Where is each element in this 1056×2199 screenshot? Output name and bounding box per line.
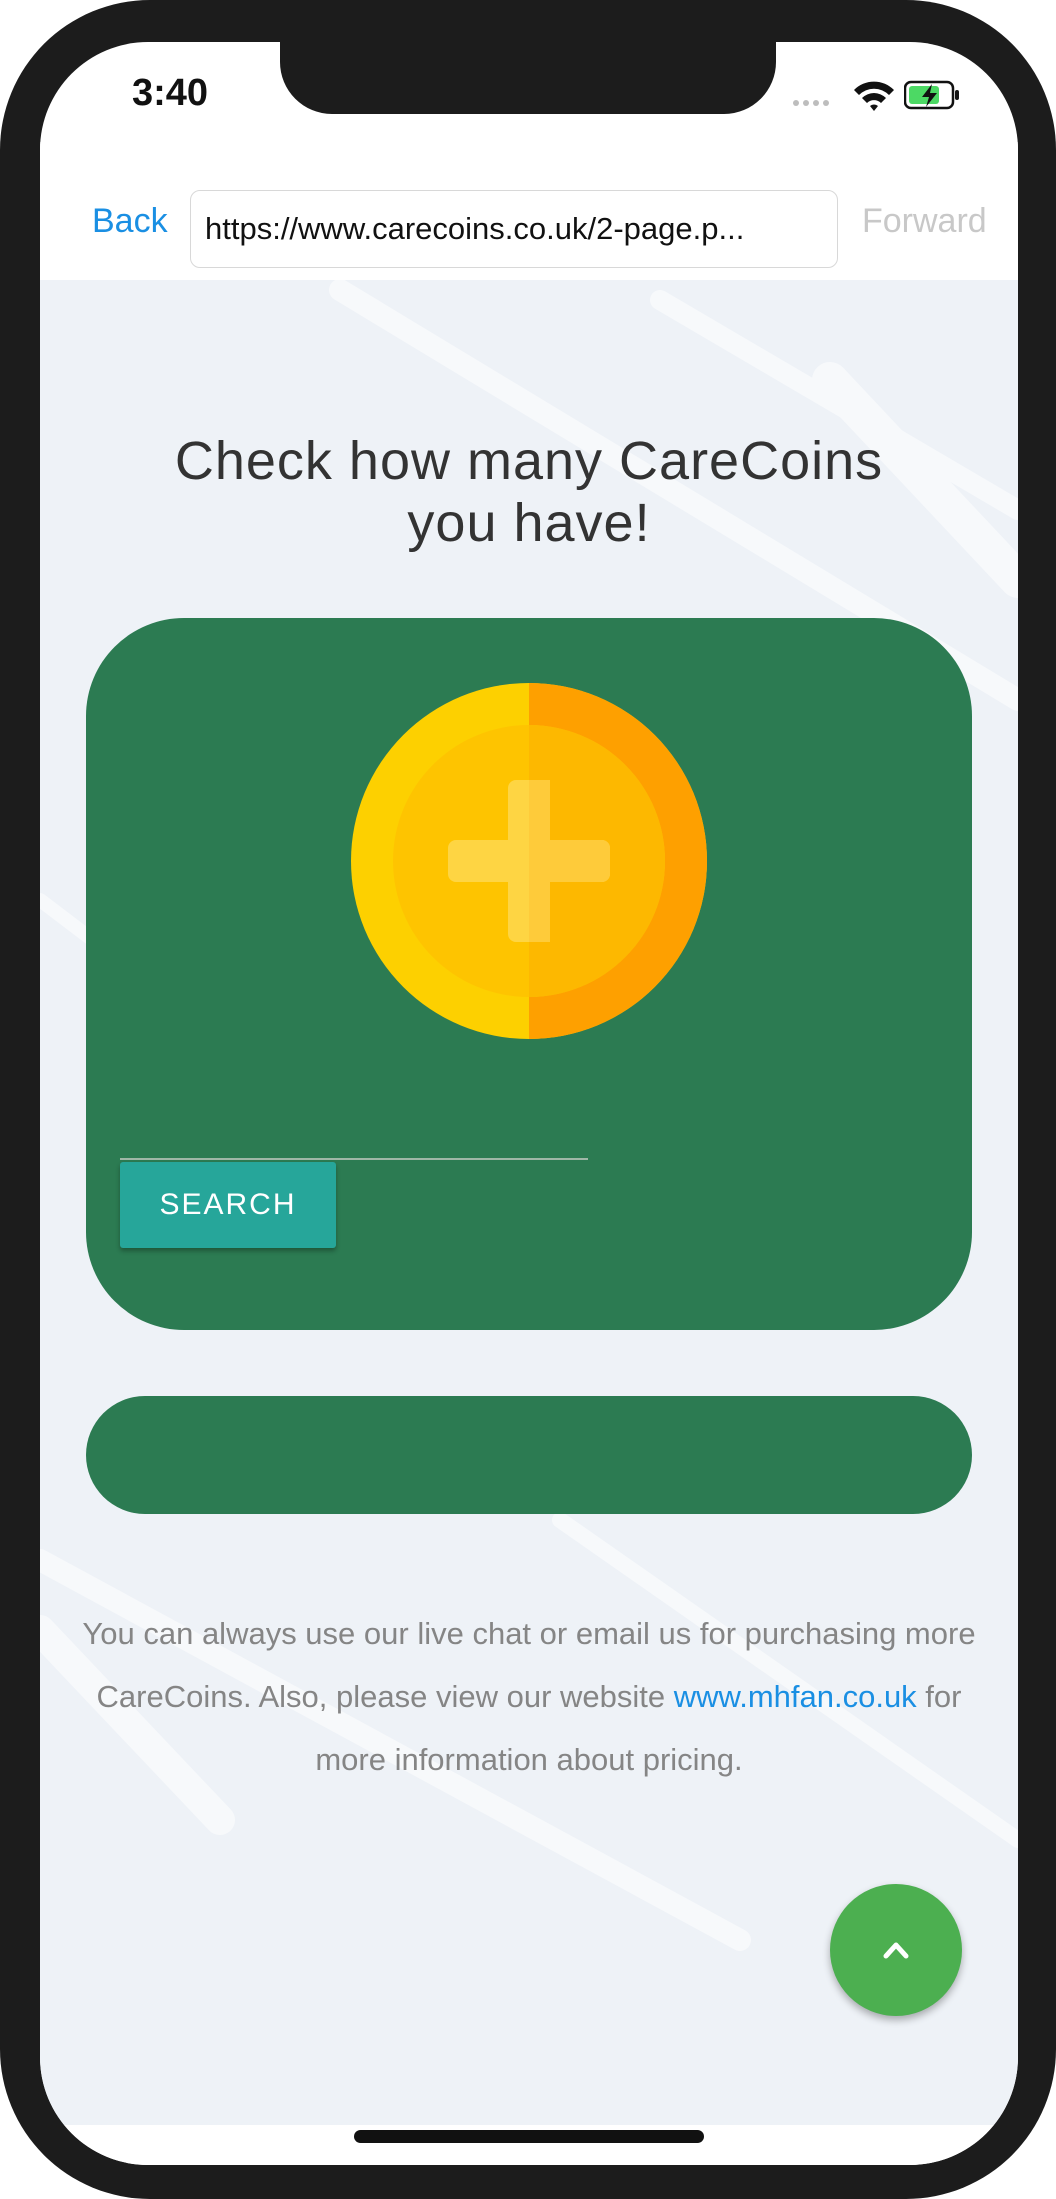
carecoins-search-card: SEARCH [86, 618, 972, 1330]
wifi-icon [854, 81, 894, 111]
browser-toolbar: Back Forward [40, 142, 1018, 280]
home-indicator[interactable] [354, 2130, 704, 2143]
coin-plus-icon [351, 683, 707, 1039]
signal-icon [793, 100, 829, 106]
url-field[interactable] [190, 190, 838, 268]
screen: 3:40 Back Forward Check how [40, 42, 1018, 2165]
battery-charging-icon [904, 80, 959, 110]
search-input[interactable] [120, 1096, 588, 1160]
chevron-up-icon [883, 1942, 909, 1959]
status-time: 3:40 [132, 72, 209, 114]
page-title-line2: you have! [407, 493, 651, 553]
web-page[interactable]: Check how many CareCoins you have! SEARC… [40, 280, 1018, 2125]
scroll-to-top-button[interactable] [830, 1884, 962, 2016]
notch [280, 42, 776, 114]
search-button[interactable]: SEARCH [120, 1162, 336, 1248]
website-link[interactable]: www.mhfan.co.uk [674, 1679, 917, 1714]
info-text: You can always use our live chat or emai… [80, 1602, 978, 1791]
page-title: Check how many CareCoins you have! [100, 430, 958, 554]
back-button[interactable]: Back [92, 202, 168, 241]
page-title-line1: Check how many CareCoins [174, 431, 884, 491]
result-bar [86, 1396, 972, 1514]
forward-button[interactable]: Forward [862, 202, 987, 241]
